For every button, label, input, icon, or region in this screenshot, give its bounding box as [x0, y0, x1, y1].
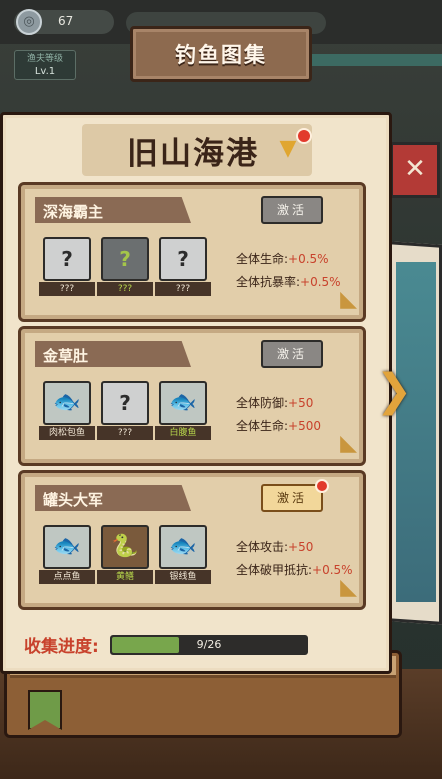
- category-card: 金草肚 激活 🐟 肉松包鱼 ? ??? 🐟 白腹鱼 全体防御:+50 全体生命:…: [18, 326, 366, 466]
- back-page-picture: [396, 262, 436, 602]
- fish-name-label: ???: [97, 426, 153, 440]
- bonus-line: 全体生命:+0.5%: [236, 250, 329, 267]
- bonus-line: 全体生命:+500: [236, 417, 321, 434]
- fish-name-label: 点点鱼: [39, 570, 95, 584]
- corner-ornament-icon: ◣: [340, 431, 357, 456]
- category-card: 罐头大军 激活 🐟 点点鱼 🐍 黄鳝 🐟 银线鱼 全体攻击:+50 全体破甲抵抗…: [18, 470, 366, 610]
- fish-slot-eel[interactable]: 🐍: [101, 525, 149, 569]
- activate-button[interactable]: 激活: [261, 340, 323, 368]
- fish-name-label: ???: [155, 282, 211, 296]
- activate-button[interactable]: 激活: [261, 484, 323, 512]
- level-value: Lv.1: [34, 66, 56, 77]
- bonus-line: 全体防御:+50: [236, 394, 313, 411]
- fish-slot-unknown[interactable]: ?: [101, 381, 149, 425]
- fish-slot-pork-floss-fish[interactable]: 🐟: [43, 381, 91, 425]
- bonus-name: 全体生命:: [236, 252, 289, 266]
- bonus-line: 全体抗暴率:+0.5%: [236, 273, 341, 290]
- fish-slot-unknown[interactable]: ?: [159, 237, 207, 281]
- bonus-name: 全体抗暴率:: [236, 275, 301, 289]
- fish-name-label: 银线鱼: [155, 570, 211, 584]
- fish-slot-unknown[interactable]: ?: [43, 237, 91, 281]
- bonus-name: 全体攻击:: [236, 540, 289, 554]
- coin-icon: ◎: [16, 9, 42, 35]
- category-name: 金草肚: [43, 347, 89, 365]
- fish-slot-unknown[interactable]: ?: [101, 237, 149, 281]
- background-stripe: [300, 54, 442, 66]
- notification-dot: [315, 479, 329, 493]
- fish-name-label: ???: [39, 282, 95, 296]
- collection-progress-label: 收集进度:: [24, 637, 99, 657]
- bonus-name: 全体破甲抵抗:: [236, 563, 313, 577]
- bonus-value: +0.5%: [288, 252, 329, 266]
- fish-name-label: 黄鳝: [97, 570, 153, 584]
- category-name: 深海霸主: [43, 203, 104, 221]
- fish-name-label: ???: [97, 282, 153, 296]
- fish-slot-silverline-fish[interactable]: 🐟: [159, 525, 207, 569]
- progress-text: 9/26: [196, 638, 222, 651]
- crossed-swords-icon: ✕: [404, 154, 426, 184]
- currency-value: 67: [58, 14, 74, 28]
- fisher-level-badge[interactable]: 渔夫等级 Lv.1: [14, 50, 76, 80]
- close-tab[interactable]: ✕: [390, 142, 440, 198]
- level-title: 渔夫等级: [26, 54, 63, 64]
- notification-dot: [296, 128, 312, 144]
- bonus-line: 全体攻击:+50: [236, 538, 313, 555]
- corner-ornament-icon: ◣: [340, 575, 357, 600]
- fish-name-label: 肉松包鱼: [39, 426, 95, 440]
- corner-ornament-icon: ◣: [340, 287, 357, 312]
- fish-slot-spotted-fish[interactable]: 🐟: [43, 525, 91, 569]
- activate-button[interactable]: 激活: [261, 196, 323, 224]
- page-title: 钓鱼图集: [175, 43, 267, 67]
- category-name: 罐头大军: [43, 491, 104, 509]
- category-card: 深海霸主 激活 ? ??? ? ??? ? ??? 全体生命:+0.5% 全体抗…: [18, 182, 366, 322]
- fish-slot-white-belly-fish[interactable]: 🐟: [159, 381, 207, 425]
- bonus-value: +500: [288, 419, 322, 433]
- bonus-value: +50: [288, 540, 314, 554]
- bonus-value: +50: [288, 396, 314, 410]
- bonus-name: 全体防御:: [236, 396, 289, 410]
- section-title: 旧山海港: [127, 136, 259, 172]
- bonus-name: 全体生命:: [236, 419, 289, 433]
- fish-name-label: 白腹鱼: [155, 426, 211, 440]
- next-page-arrow-icon[interactable]: ❯: [374, 362, 414, 422]
- collection-progress-bar: 9/26: [110, 635, 308, 655]
- header-board: 钓鱼图集: [130, 26, 312, 82]
